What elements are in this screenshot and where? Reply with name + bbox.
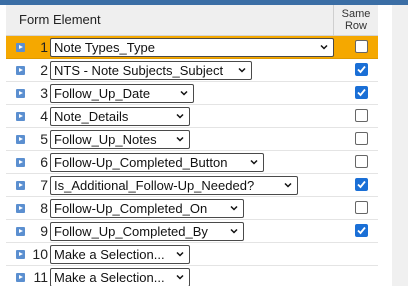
checkmark-icon [357,65,366,74]
form-element-select[interactable]: Follow-Up_Completed_On [50,199,244,218]
expand-arrow-icon[interactable] [16,204,25,213]
form-element-select-value: Follow-Up_Completed_On [54,201,208,216]
table-row[interactable]: 5 Follow_Up_Notes [6,128,378,151]
table-row[interactable]: 9 Follow_Up_Completed_By [6,220,378,243]
table-row[interactable]: 6 Follow-Up_Completed_Button [6,151,378,174]
form-element-select-value: Follow_Up_Notes [54,132,157,147]
same-row-header-line1: Same [341,8,371,20]
expand-arrow-icon[interactable] [16,273,25,282]
row-number: 8 [40,200,48,216]
table-row[interactable]: 7 Is_Additional_Follow-Up_Needed? [6,174,378,197]
row-number: 3 [40,85,48,101]
table-row[interactable]: 11 Make a Selection... [6,266,378,286]
table-row[interactable]: 8 Follow-Up_Completed_On [6,197,378,220]
column-header-form-element-label: Form Element [19,12,101,27]
form-element-select-value: Make a Selection... [54,270,165,285]
expand-arrow-icon[interactable] [16,227,25,236]
row-number: 4 [40,108,48,124]
form-element-select-value: Note Types_Type [54,40,155,55]
same-row-checkbox[interactable] [355,40,368,53]
same-row-checkbox[interactable] [355,63,368,76]
form-element-select[interactable]: Follow_Up_Notes [50,130,190,149]
expand-arrow-icon[interactable] [16,181,25,190]
same-row-checkbox[interactable] [355,86,368,99]
form-element-select[interactable]: NTS - Note Subjects_Subject [50,61,252,80]
same-row-checkbox[interactable] [355,155,368,168]
row-number: 6 [40,154,48,170]
chevron-down-icon [320,44,328,50]
form-element-select[interactable]: Is_Additional_Follow-Up_Needed? [50,176,298,195]
form-elements-grid: Form Element Same Row 1 Note Types_Type 2 N… [6,5,378,286]
row-number: 1 [40,39,48,55]
form-element-select[interactable]: Note Types_Type [50,38,334,57]
row-number: 2 [40,62,48,78]
table-row[interactable]: 3 Follow_Up_Date [6,82,378,105]
same-row-checkbox[interactable] [355,109,368,122]
form-element-select[interactable]: Make a Selection... [50,268,190,286]
chevron-down-icon [250,159,258,165]
expand-arrow-icon[interactable] [16,66,25,75]
grid-header: Form Element Same Row [6,5,378,36]
vertical-scrollbar[interactable] [392,5,408,286]
chevron-down-icon [176,113,184,119]
expand-arrow-icon[interactable] [16,89,25,98]
chevron-down-icon [176,251,184,257]
row-number: 5 [40,131,48,147]
form-element-select[interactable]: Follow_Up_Completed_By [50,222,244,241]
form-element-select[interactable]: Make a Selection... [50,245,190,264]
chevron-down-icon [284,182,292,188]
checkmark-icon [357,226,366,235]
expand-arrow-icon[interactable] [16,158,25,167]
form-element-select-value: Note_Details [54,109,129,124]
table-row[interactable]: 1 Note Types_Type [6,36,378,59]
same-row-checkbox[interactable] [355,132,368,145]
chevron-down-icon [180,90,188,96]
row-number: 10 [32,246,48,262]
chevron-down-icon [176,274,184,280]
chevron-down-icon [238,67,246,73]
form-element-select-value: Is_Additional_Follow-Up_Needed? [54,178,255,193]
form-element-select-value: Make a Selection... [54,247,165,262]
checkmark-icon [357,180,366,189]
table-row[interactable]: 10 Make a Selection... [6,243,378,266]
column-header-form-element[interactable]: Form Element [6,5,334,36]
form-element-select[interactable]: Follow-Up_Completed_Button [50,153,264,172]
same-row-checkbox[interactable] [355,224,368,237]
chevron-down-icon [230,205,238,211]
expand-arrow-icon[interactable] [16,135,25,144]
same-row-checkbox[interactable] [355,201,368,214]
expand-arrow-icon[interactable] [16,43,25,52]
row-number: 11 [33,269,48,285]
form-element-select[interactable]: Note_Details [50,107,190,126]
chevron-down-icon [230,228,238,234]
checkmark-icon [357,88,366,97]
column-header-same-row[interactable]: Same Row [334,5,378,36]
form-element-select-value: Follow_Up_Date [54,86,151,101]
form-element-select[interactable]: Follow_Up_Date [50,84,194,103]
row-number: 9 [40,223,48,239]
same-row-checkbox[interactable] [355,178,368,191]
expand-arrow-icon[interactable] [16,250,25,259]
table-row[interactable]: 4 Note_Details [6,105,378,128]
form-element-select-value: Follow-Up_Completed_Button [54,155,228,170]
table-row[interactable]: 2 NTS - Note Subjects_Subject [6,59,378,82]
form-element-select-value: NTS - Note Subjects_Subject [54,63,224,78]
chevron-down-icon [176,136,184,142]
row-number: 7 [40,177,48,193]
expand-arrow-icon[interactable] [16,112,25,121]
same-row-header-line2: Row [344,20,367,32]
form-element-select-value: Follow_Up_Completed_By [54,224,208,239]
